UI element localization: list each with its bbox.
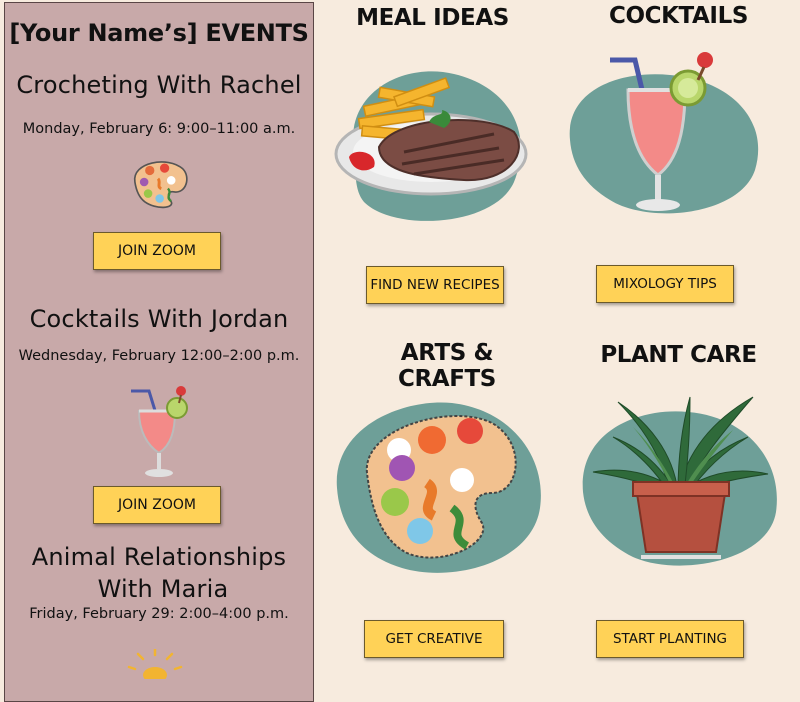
event-date: Friday, February 29: 2:00–4:00 p.m.: [29, 606, 289, 622]
event-date: Monday, February 6: 9:00–11:00 a.m.: [22, 121, 296, 137]
start-planting-button[interactable]: START PLANTING: [596, 620, 744, 658]
find-new-recipes-button[interactable]: FIND NEW RECIPES: [366, 266, 504, 304]
event-title-line1: Animal Relationships: [31, 543, 287, 571]
sidebar-title: [Your Name’s] EVENTS: [9, 19, 309, 47]
palette-icon: [332, 398, 544, 578]
event-title-line2: With Maria: [97, 575, 229, 603]
potted-plant-icon: [578, 392, 783, 572]
card-title-cocktails: COCKTAILS: [608, 3, 749, 29]
event-title: Cocktails With Jordan: [29, 305, 289, 333]
cocktail-icon: [125, 383, 193, 483]
join-zoom-button[interactable]: JOIN ZOOM: [93, 486, 221, 524]
events-sidebar: [Your Name’s] EVENTS Crocheting With Rac…: [4, 2, 314, 702]
card-title-arts-crafts: ARTS & CRAFTS: [398, 340, 496, 392]
sun-icon: [125, 649, 185, 679]
cocktail-icon: [560, 50, 770, 220]
card-title-plant-care: PLANT CARE: [600, 342, 757, 368]
palette-icon: [125, 149, 191, 215]
steak-fries-icon: [334, 62, 534, 232]
event-title: Crocheting With Rachel: [16, 71, 302, 99]
mixology-tips-button[interactable]: MIXOLOGY TIPS: [596, 265, 734, 303]
join-zoom-button[interactable]: JOIN ZOOM: [93, 232, 221, 270]
card-title-meal-ideas: MEAL IDEAS: [356, 5, 509, 31]
get-creative-button[interactable]: GET CREATIVE: [364, 620, 504, 658]
event-date: Wednesday, February 12:00–2:00 p.m.: [18, 348, 300, 364]
